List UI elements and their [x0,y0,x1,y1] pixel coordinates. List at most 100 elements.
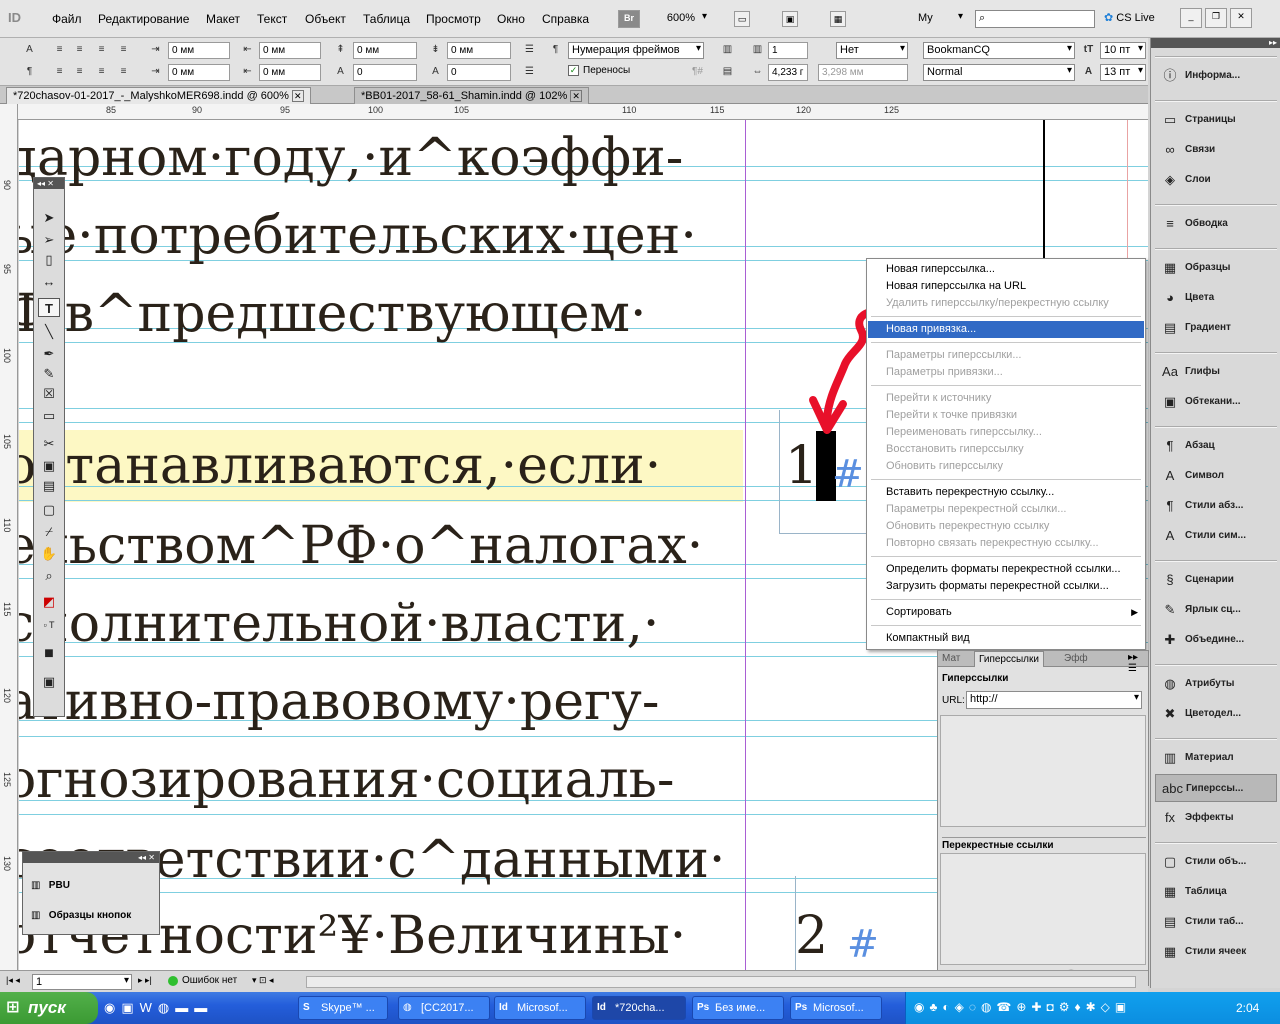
justify-all-icon[interactable]: ≡ [116,64,131,79]
panel-item[interactable]: ▤ Стили таб... [1155,908,1277,936]
context-menu-item[interactable]: Новая гиперссылка... [868,261,1144,278]
type-tool-icon[interactable]: T [38,298,60,317]
align-towards-spine-icon[interactable]: ≡ [116,42,131,57]
taskbar-button[interactable]: Ps Без име... [692,996,784,1020]
zoom-tool-icon[interactable]: ⌕ [38,566,60,585]
gap-tool-icon[interactable]: ↔ [38,272,60,291]
panel-item[interactable]: ◕ Цвета [1155,284,1277,312]
menu-item[interactable]: Просмотр [426,12,481,26]
url-input[interactable]: http:// [966,691,1142,709]
toolbox-header[interactable]: ◂◂ ✕ [34,178,64,189]
left-indent-field[interactable]: 0 мм [168,42,230,59]
folder-icon[interactable]: ▬ [194,1000,213,1015]
panel-item[interactable]: ◍ Атрибуты [1155,670,1277,698]
fill-stroke-icon[interactable]: ◩ [38,592,60,611]
panel-item[interactable]: ✎ Ярлык сц... [1155,596,1277,624]
screen-mode-icon[interactable]: ▣ [782,11,798,27]
note-tool-icon[interactable]: ▢ [38,500,60,519]
line-tool-icon[interactable]: ╲ [38,322,60,341]
taskbar-button[interactable]: Id *720cha... [592,996,686,1020]
save-icon[interactable]: ▣ [121,1000,139,1015]
arrange-documents-icon[interactable]: ▦ [830,11,846,27]
menu-item[interactable]: Макет [206,12,240,26]
workspace-select[interactable]: Му [914,10,966,28]
panel-menu-icon[interactable]: ▸▸ ☰ [1128,652,1148,674]
menu-item[interactable]: Справка [542,12,589,26]
panel-item[interactable]: Aa Глифы [1155,358,1277,386]
text-line[interactable]: дарном·году,·и^коэффи- [19,130,683,186]
context-menu-item[interactable]: Новая гиперссылка на URL [868,278,1144,295]
space-before-field[interactable]: 0 мм [353,42,417,59]
panel-item[interactable]: ¶ Стили абз... [1155,492,1277,520]
drop-cap-lines-field[interactable]: 0 [353,64,417,81]
bullets-icon[interactable]: ☰ [522,42,537,57]
tab-document-1[interactable]: *720chasov-01-2017_-_MalyshkoMER698.indd… [6,87,311,104]
context-menu-item[interactable]: Определить форматы перекрестной ссылки..… [868,561,1144,578]
folder-icon[interactable]: ▬ [175,1000,194,1015]
page-number-select[interactable]: 1 [32,974,132,990]
panel-item[interactable]: ¶ Абзац [1155,432,1277,460]
context-menu-item[interactable]: Загрузить форматы перекрестной ссылки... [868,578,1144,595]
normal-mode-icon[interactable]: ■ [38,644,60,663]
panel-item[interactable]: A Символ [1155,462,1277,490]
last-line-indent-field[interactable]: 0 мм [259,64,321,81]
panel-item[interactable]: § Сценарии [1155,566,1277,594]
panel-item[interactable]: ▦ Стили ячеек [1155,938,1277,966]
next-page-icon[interactable]: ▸ ▸| [138,975,152,986]
close-icon[interactable]: ✕ [570,90,582,102]
menu-item[interactable]: Окно [497,12,525,26]
zoom-select[interactable]: 600% [648,10,710,28]
context-menu-item[interactable]: Сортировать ▶ [868,604,1144,621]
character-mode-icon[interactable]: A [22,42,37,57]
drop-cap-chars-field[interactable]: 0 [447,64,511,81]
bridge-button[interactable]: Br [618,10,640,28]
text-line[interactable]: ельством^РФ·о^налогах· [19,518,703,574]
transform-tool-icon[interactable]: ▣ [38,456,60,475]
panel-item[interactable]: ▭ Страницы [1155,106,1277,134]
page-tool-icon[interactable]: ▯ [38,250,60,269]
formatting-affects-icon[interactable]: ▫ T [38,616,60,635]
tab-hyperlinks[interactable]: Гиперссылки [974,651,1044,667]
maximize-button[interactable]: ❐ [1205,8,1227,28]
text-line[interactable]: останавливаются,·если· [19,438,661,494]
start-button[interactable]: ⊞ пуск [0,992,98,1024]
panel-item[interactable]: ✖ Цветодел... [1155,700,1277,728]
close-icon[interactable]: ✕ [292,90,304,102]
tray-icons[interactable]: ◉♣◐◈◌◍☎⊕✚◘⚙♦✱◇▣ [914,1000,1131,1014]
panel-item[interactable]: ▦ Образцы [1155,254,1277,282]
panel-item[interactable]: ◈ Слои [1155,166,1277,194]
font-family-select[interactable]: BookmanCQ [923,42,1075,59]
panel-item[interactable]: ▢ Стили объ... [1155,848,1277,876]
text-line[interactable]: Ф·в^предшествующем· [19,286,647,342]
column-count-field[interactable]: 1 [768,42,808,59]
panel-item-pbu[interactable]: ▥ PBU [31,880,70,891]
gradient-tool-icon[interactable]: ▤ [38,476,60,495]
span-select[interactable]: Нет [836,42,908,59]
tab-effects[interactable]: Эфф [1064,653,1088,664]
panel-item[interactable]: ∞ Связи [1155,136,1277,164]
panel-item[interactable]: ⓘ Информа... [1155,62,1277,90]
panel-item[interactable]: ▤ Градиент [1155,314,1277,342]
direct-selection-tool-icon[interactable]: ➢ [38,230,60,249]
cross-references-list[interactable] [940,853,1146,965]
column-width-field[interactable]: 3,298 мм [818,64,908,81]
panel-item[interactable]: ≡ Обводка [1155,210,1277,238]
space-after-field[interactable]: 0 мм [447,42,511,59]
dock-header[interactable]: ▸▸ [1151,38,1280,48]
word-icon[interactable]: W [140,1000,158,1015]
horizontal-scrollbar[interactable] [306,976,1136,988]
hyphenate-checkbox[interactable]: ✓ [568,65,579,76]
firefox-icon[interactable]: ◉ [104,1000,121,1015]
context-menu-item[interactable]: Компактный вид [868,630,1144,647]
panel-item[interactable]: ▣ Обтекани... [1155,388,1277,416]
close-button[interactable]: ✕ [1230,8,1252,28]
justify-left-icon[interactable]: ≡ [52,64,67,79]
pen-tool-icon[interactable]: ✒ [38,344,60,363]
chrome-icon[interactable]: ◍ [158,1000,175,1015]
text-line[interactable]: сполнительной·власти,· [19,596,659,652]
context-menu-item[interactable]: Новая привязка... [868,321,1144,338]
menu-item[interactable]: Объект [305,12,346,26]
menu-item[interactable]: Файл [52,12,82,26]
panel-item[interactable]: ✚ Объедине... [1155,626,1277,654]
column-gap-field[interactable]: 4,233 г [768,64,808,81]
